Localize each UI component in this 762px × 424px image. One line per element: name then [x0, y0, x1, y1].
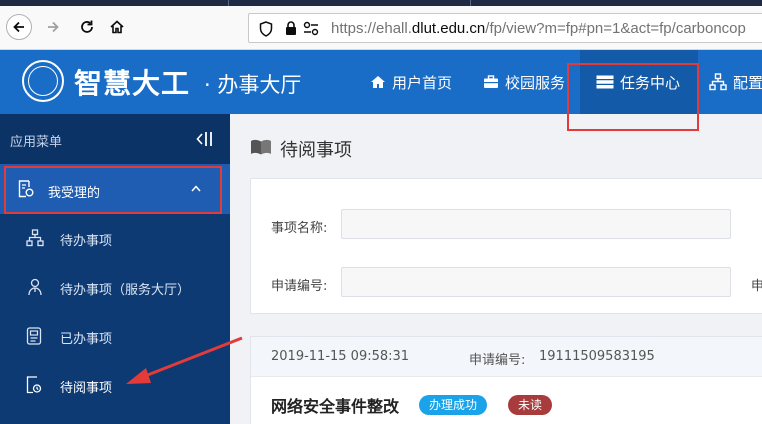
home-icon [371, 76, 385, 88]
book-icon [251, 139, 271, 155]
sidebar-item-pending[interactable]: 待办事项 [0, 214, 230, 263]
main-content: 待阅事项 事项名称: 申请编号: 申 2019-11-15 09:58:31 申… [230, 114, 762, 424]
tab-strip [0, 0, 762, 6]
task-number: 19111509583195 [539, 349, 655, 364]
task-card[interactable]: 2019-11-15 09:58:31 申请编号: 19111509583195… [250, 336, 762, 424]
collapse-sidebar-icon[interactable] [196, 131, 214, 147]
application-number-input[interactable] [341, 267, 731, 297]
url-domain: dlut.edu.cn [411, 20, 486, 37]
sidebar-item-label: 已办事项 [60, 332, 113, 347]
nav-label: 配置 [733, 73, 762, 92]
shield-icon[interactable] [259, 21, 273, 37]
sidebar-item-label: 待办事项（服务大厅） [60, 283, 191, 298]
forward-button[interactable] [40, 14, 66, 40]
page-title: 待阅事项 [280, 140, 352, 161]
logo-title: 智慧大工 [74, 67, 191, 100]
task-number-label: 申请编号: [469, 353, 526, 368]
reload-icon [81, 20, 93, 33]
unread-badge: 未读 [508, 395, 553, 415]
reload-button[interactable] [74, 14, 100, 40]
task-card-header: 2019-11-15 09:58:31 申请编号: 19111509583195 [251, 337, 762, 377]
nav-campus-services[interactable]: 校园服务 [483, 50, 565, 114]
sidebar: 应用菜单 我受理的 待办事项 待办事项（服务大厅） 已办事项 待阅事项 [0, 114, 230, 424]
nav-task-center[interactable]: 任务中心 [580, 50, 698, 114]
sidebar-item-to-read[interactable]: 待阅事项 [0, 361, 230, 410]
home-icon [110, 20, 124, 34]
item-name-label: 事项名称: [271, 221, 328, 236]
sidebar-header-label: 应用菜单 [10, 135, 63, 150]
permissions-icon[interactable] [303, 21, 319, 36]
server-icon [596, 75, 614, 89]
nav-user-home[interactable]: 用户首页 [370, 50, 452, 114]
url-suffix: /fp/view?m=fp#pn=1&act=fp/carboncop [485, 20, 746, 37]
nav-label: 任务中心 [620, 73, 681, 92]
briefcase-icon [484, 75, 498, 88]
app-header: 智慧大工 · 办事大厅 用户首页 校园服务 任务中心 配置 [0, 50, 762, 114]
nav-label: 用户首页 [392, 73, 453, 92]
sidebar-item-pending-service-hall[interactable]: 待办事项（服务大厅） [0, 263, 230, 312]
sidebar-item-completed[interactable]: 已办事项 [0, 312, 230, 361]
sidebar-item-label: 待办事项 [60, 234, 113, 249]
tab-separator [228, 0, 229, 6]
lock-icon[interactable] [285, 21, 297, 36]
url-text[interactable]: https://ehall.dlut.edu.cn/fp/view?m=fp#p… [331, 20, 746, 37]
home-button[interactable] [104, 14, 130, 40]
document-gear-icon [18, 180, 34, 198]
read-icon [26, 376, 42, 394]
arrow-right-icon [48, 21, 59, 33]
task-time: 2019-11-15 09:58:31 [271, 349, 410, 364]
item-name-input[interactable] [341, 209, 731, 239]
sidebar-item-my-accepted[interactable]: 我受理的 [0, 164, 230, 214]
browser-toolbar: https://ehall.dlut.edu.cn/fp/view?m=fp#p… [0, 0, 762, 50]
sitemap-icon [709, 73, 727, 91]
filter-panel: 事项名称: 申请编号: 申 [250, 178, 762, 314]
nav-label: 校园服务 [505, 73, 566, 92]
sidebar-header: 应用菜单 [0, 114, 230, 164]
sitemap-icon [26, 229, 44, 247]
status-badge: 办理成功 [419, 395, 488, 415]
url-prefix: https://ehall. [331, 20, 412, 37]
document-icon [26, 327, 42, 345]
sidebar-item-label: 待阅事项 [60, 381, 113, 396]
back-button[interactable] [6, 14, 32, 40]
arrow-left-icon [13, 21, 24, 33]
task-name[interactable]: 网络安全事件整改 [271, 393, 399, 417]
extra-filter-label: 申 [751, 279, 762, 294]
user-tree-icon [28, 278, 42, 296]
logo-subtitle: · 办事大厅 [204, 73, 302, 97]
chevron-up-icon[interactable] [191, 185, 201, 192]
url-bar[interactable]: https://ehall.dlut.edu.cn/fp/view?m=fp#p… [248, 13, 762, 43]
sidebar-parent-label: 我受理的 [48, 186, 101, 201]
tab-separator [470, 0, 471, 6]
nav-config[interactable]: 配置 [709, 50, 762, 114]
university-seal-logo [22, 60, 64, 102]
application-number-label: 申请编号: [271, 279, 328, 294]
